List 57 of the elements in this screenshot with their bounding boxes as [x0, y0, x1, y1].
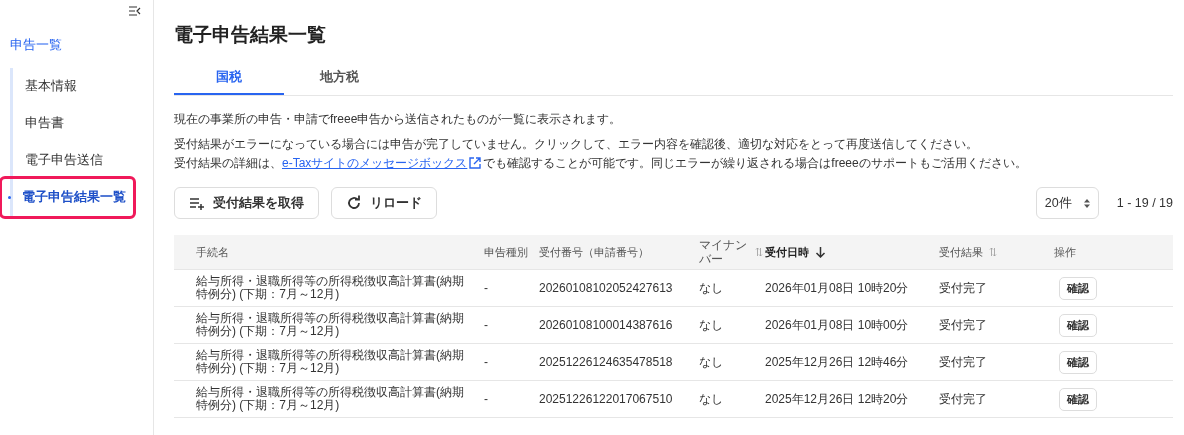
confirm-button[interactable]: 確認	[1059, 387, 1097, 411]
per-page-select[interactable]: 20件	[1035, 187, 1099, 219]
page-range: 1 - 19 / 19	[1116, 196, 1173, 210]
description-text: 受付結果がエラーになっている場合には申告が完了していません。クリックして、エラー内容を確認後、適切な対応をとって再度送信してください。	[174, 136, 979, 153]
arrow-down-icon[interactable]	[815, 246, 826, 258]
column-header: 申告種別	[484, 244, 528, 260]
sidebar-item[interactable]: 申告書	[13, 105, 153, 142]
table-cell-text: なし	[699, 353, 724, 371]
table-cell-text: なし	[699, 279, 724, 297]
sidebar-heading[interactable]: 申告一覧	[10, 36, 153, 54]
tab[interactable]: 国税	[174, 62, 284, 95]
updown-icon	[1083, 198, 1090, 208]
reload-button[interactable]: リロード	[331, 187, 437, 219]
reload-icon	[346, 195, 362, 211]
table-cell-text: なし	[699, 316, 724, 334]
sidebar-item[interactable]: 電子申告結果一覧	[2, 179, 133, 216]
table-cell-text: 受付完了	[939, 316, 988, 334]
description-text: 現在の事業所の申告・申請でfreee申告から送信されたものが一覧に表示されます。	[174, 111, 623, 128]
table-cell-text: -	[484, 318, 489, 332]
table-cell-text: 給与所得・退職所得等の所得税徴収高計算書(納期特例分) (下期：7月～12月)	[195, 349, 465, 375]
confirm-button[interactable]: 確認	[1059, 313, 1097, 337]
table-cell-text: 給与所得・退職所得等の所得税徴収高計算書(納期特例分) (下期：7月～12月)	[195, 312, 465, 338]
table-cell-text: 受付完了	[939, 353, 988, 371]
column-header: 受付番号（申請番号）	[539, 244, 649, 260]
table-cell-text: 2025年12月26日 12時20分	[765, 390, 910, 408]
table-cell-text: 受付完了	[939, 390, 988, 408]
sidebar-item[interactable]: 基本情報	[13, 68, 153, 105]
table-cell-text: 20260108102052427613	[539, 281, 674, 295]
column-header: マイナンバー	[699, 238, 748, 266]
table-cell-text: 20251226122017067510	[539, 392, 674, 406]
table-cell-text: 受付完了	[939, 279, 988, 297]
table-cell-text: 2026年01月08日 10時00分	[765, 316, 910, 334]
table-cell-text: 20260108100014387616	[539, 318, 674, 332]
page-title: 電子申告結果一覧	[174, 23, 326, 47]
table-cell-text: なし	[699, 390, 724, 408]
column-header: 受付結果	[939, 244, 983, 260]
tab[interactable]: 地方税	[284, 62, 394, 95]
table-cell-text: -	[484, 392, 489, 406]
table-cell-text: 給与所得・退職所得等の所得税徴収高計算書(納期特例分) (下期：7月～12月)	[195, 275, 465, 301]
external-link-icon	[469, 157, 482, 169]
description-text: 受付結果の詳細は、e-Taxサイトのメッセージボックス でも確認することが可能です。同じエラーが繰り返される場合はfreeeのサポートもご活用ください。	[174, 155, 1028, 172]
list-add-icon	[189, 195, 205, 211]
column-header: 受付日時	[765, 244, 809, 260]
column-header: 操作	[1054, 244, 1076, 260]
table-cell-text: -	[484, 281, 489, 295]
collapse-menu-icon[interactable]	[129, 6, 141, 16]
confirm-button[interactable]: 確認	[1059, 350, 1097, 374]
sidebar-item[interactable]: 電子申告送信	[13, 142, 153, 179]
confirm-button[interactable]: 確認	[1059, 276, 1097, 300]
table-cell-text: 2025年12月26日 12時46分	[765, 353, 910, 371]
table-cell-text: -	[484, 355, 489, 369]
column-header: 手続名	[196, 244, 229, 260]
table-cell-text: 2026年01月08日 10時20分	[765, 279, 910, 297]
fetch-results-button[interactable]: 受付結果を取得	[174, 187, 319, 219]
table-cell-text: 給与所得・退職所得等の所得税徴収高計算書(納期特例分) (下期：7月～12月)	[195, 386, 465, 412]
message-box-link[interactable]: e-Taxサイトのメッセージボックス	[282, 156, 484, 170]
table-cell-text: 20251226124635478518	[539, 355, 674, 369]
